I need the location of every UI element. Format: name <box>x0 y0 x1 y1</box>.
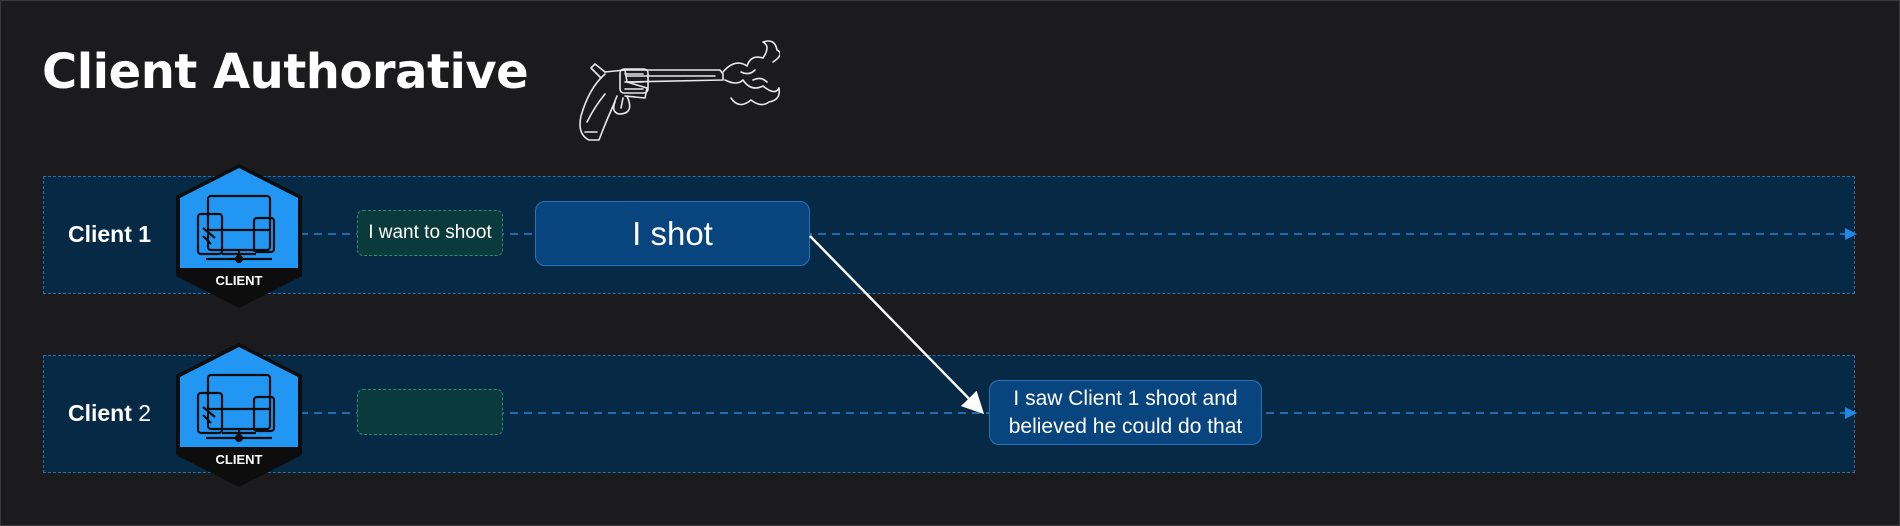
message-arrow-layer <box>809 235 985 415</box>
message-arrow <box>809 235 985 415</box>
